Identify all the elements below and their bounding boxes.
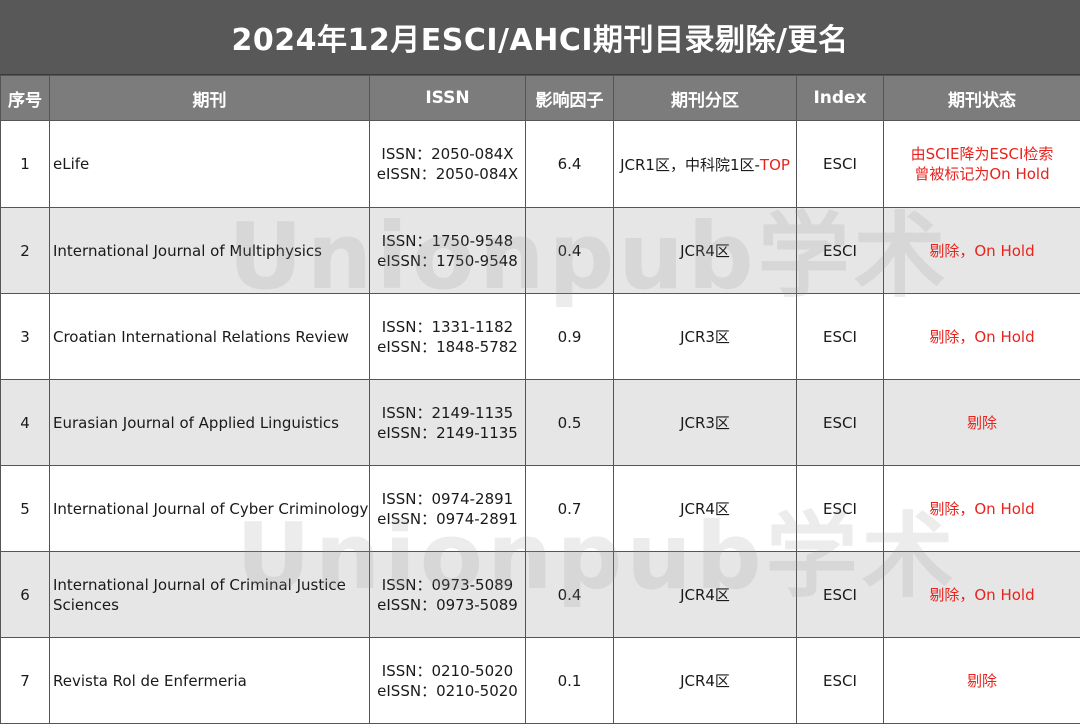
zone-value: JCR3区	[680, 414, 730, 432]
status-cell: 剔除，On Hold	[883, 207, 1080, 294]
header-index: Index	[796, 75, 884, 121]
status-text: 剔除	[966, 671, 997, 690]
header-journal: 期刊	[49, 75, 370, 121]
journal-name: Eurasian Journal of Applied Linguistics	[49, 379, 370, 466]
issn-cell: ISSN：0210-5020 eISSN：0210-5020	[369, 637, 526, 724]
status-cell: 剔除，On Hold	[883, 465, 1080, 552]
header-row: 序号 期刊 ISSN 影响因子 期刊分区 Index 期刊状态	[0, 75, 1080, 121]
index-value: ESCI	[796, 207, 884, 294]
eissn-value: eISSN：0974-2891	[377, 509, 518, 528]
table-row: 2 International Journal of Multiphysics IS…	[0, 207, 1080, 294]
status-cell: 剔除	[883, 379, 1080, 466]
header-impact-factor: 影响因子	[525, 75, 614, 121]
eissn-value: eISSN：1750-9548	[377, 251, 518, 270]
issn-value: ISSN：0974-2891	[381, 489, 514, 508]
zone-cell: JCR3区	[613, 293, 797, 380]
index-value: ESCI	[796, 551, 884, 638]
table-row: 6 International Journal of Criminal Justi…	[0, 551, 1080, 638]
issn-value: ISSN：0973-5089	[381, 575, 514, 594]
journal-table: 序号 期刊 ISSN 影响因子 期刊分区 Index 期刊状态 1 eLife IS…	[0, 75, 1080, 724]
header-no: 序号	[0, 75, 50, 121]
row-number: 7	[0, 637, 50, 724]
journal-name: Revista Rol de Enfermeria	[49, 637, 370, 724]
top-badge: TOP	[759, 155, 790, 174]
row-number: 6	[0, 551, 50, 638]
impact-factor: 0.1	[525, 637, 614, 724]
index-value: ESCI	[796, 120, 884, 208]
eissn-value: eISSN：1848-5782	[377, 337, 518, 356]
eissn-value: eISSN：2149-1135	[377, 423, 518, 442]
issn-cell: ISSN：1331-1182 eISSN：1848-5782	[369, 293, 526, 380]
issn-cell: ISSN：2050-084X eISSN：2050-084X	[369, 120, 526, 208]
status-cell: 剔除	[883, 637, 1080, 724]
header-issn: ISSN	[369, 75, 526, 121]
zone-value: JCR4区	[680, 500, 730, 518]
journal-name: International Journal of Criminal Justic…	[49, 551, 370, 638]
row-number: 1	[0, 120, 50, 208]
impact-factor: 6.4	[525, 120, 614, 208]
index-value: ESCI	[796, 379, 884, 466]
zone-cell: JCR4区	[613, 207, 797, 294]
zone-cell: JCR4区	[613, 551, 797, 638]
row-number: 4	[0, 379, 50, 466]
table-row: 4 Eurasian Journal of Applied Linguistics…	[0, 379, 1080, 466]
impact-factor: 0.9	[525, 293, 614, 380]
impact-factor: 0.7	[525, 465, 614, 552]
zone-cell: JCR3区	[613, 379, 797, 466]
issn-value: ISSN：1331-1182	[381, 317, 514, 336]
table-row: 5 International Journal of Cyber Criminol…	[0, 465, 1080, 552]
impact-factor: 0.4	[525, 551, 614, 638]
status-cell: 由SCIE降为ESCI检索 曾被标记为On Hold	[883, 120, 1080, 208]
status-text: 由SCIE降为ESCI检索	[910, 145, 1054, 163]
issn-cell: ISSN：0973-5089 eISSN：0973-5089	[369, 551, 526, 638]
journal-name: International Journal of Cyber Criminolo…	[49, 465, 370, 552]
table-row: 7 Revista Rol de Enfermeria ISSN：0210-5020…	[0, 637, 1080, 724]
status-text: 剔除，On Hold	[929, 327, 1035, 346]
status-text: 剔除，On Hold	[929, 499, 1035, 518]
zone-value: JCR3区	[680, 328, 730, 346]
status-text: 剔除，On Hold	[929, 585, 1035, 604]
status-cell: 剔除，On Hold	[883, 551, 1080, 638]
index-value: ESCI	[796, 465, 884, 552]
journal-name: eLife	[49, 120, 370, 208]
issn-value: ISSN：2050-084X	[381, 145, 514, 163]
status-text: 曾被标记为On Hold	[914, 165, 1050, 183]
zone-value: JCR4区	[680, 672, 730, 690]
index-value: ESCI	[796, 637, 884, 724]
row-number: 5	[0, 465, 50, 552]
row-number: 2	[0, 207, 50, 294]
zone-cell: JCR4区	[613, 637, 797, 724]
header-zone: 期刊分区	[613, 75, 797, 121]
row-number: 3	[0, 293, 50, 380]
impact-factor: 0.5	[525, 379, 614, 466]
header-status: 期刊状态	[883, 75, 1080, 121]
zone-value: JCR4区	[680, 242, 730, 260]
status-text: 剔除，On Hold	[929, 241, 1035, 260]
table-row: 3 Croatian International Relations Review…	[0, 293, 1080, 380]
page-title: 2024年12月ESCI/AHCI期刊目录剔除/更名	[0, 0, 1080, 75]
status-text: 剔除	[966, 413, 997, 432]
zone-cell: JCR1区，中科院1区-TOP	[613, 120, 797, 208]
journal-name: International Journal of Multiphysics	[49, 207, 370, 294]
issn-cell: ISSN：2149-1135 eISSN：2149-1135	[369, 379, 526, 466]
issn-value: ISSN：1750-9548	[381, 231, 514, 250]
issn-cell: ISSN：0974-2891 eISSN：0974-2891	[369, 465, 526, 552]
zone-value: JCR4区	[680, 586, 730, 604]
zone-value: JCR1区，中科院1区-	[620, 155, 760, 174]
issn-cell: ISSN：1750-9548 eISSN：1750-9548	[369, 207, 526, 294]
zone-cell: JCR4区	[613, 465, 797, 552]
impact-factor: 0.4	[525, 207, 614, 294]
eissn-value: eISSN：2050-084X	[376, 165, 519, 183]
eissn-value: eISSN：0973-5089	[377, 595, 518, 614]
issn-value: ISSN：2149-1135	[381, 403, 514, 422]
journal-name: Croatian International Relations Review	[49, 293, 370, 380]
index-value: ESCI	[796, 293, 884, 380]
eissn-value: eISSN：0210-5020	[377, 681, 518, 700]
page: 2024年12月ESCI/AHCI期刊目录剔除/更名 序号 期刊 ISSN 影响…	[0, 0, 1080, 728]
table-row: 1 eLife ISSN：2050-084X eISSN：2050-084X 6.4 JC…	[0, 120, 1080, 208]
issn-value: ISSN：0210-5020	[381, 661, 514, 680]
status-cell: 剔除，On Hold	[883, 293, 1080, 380]
